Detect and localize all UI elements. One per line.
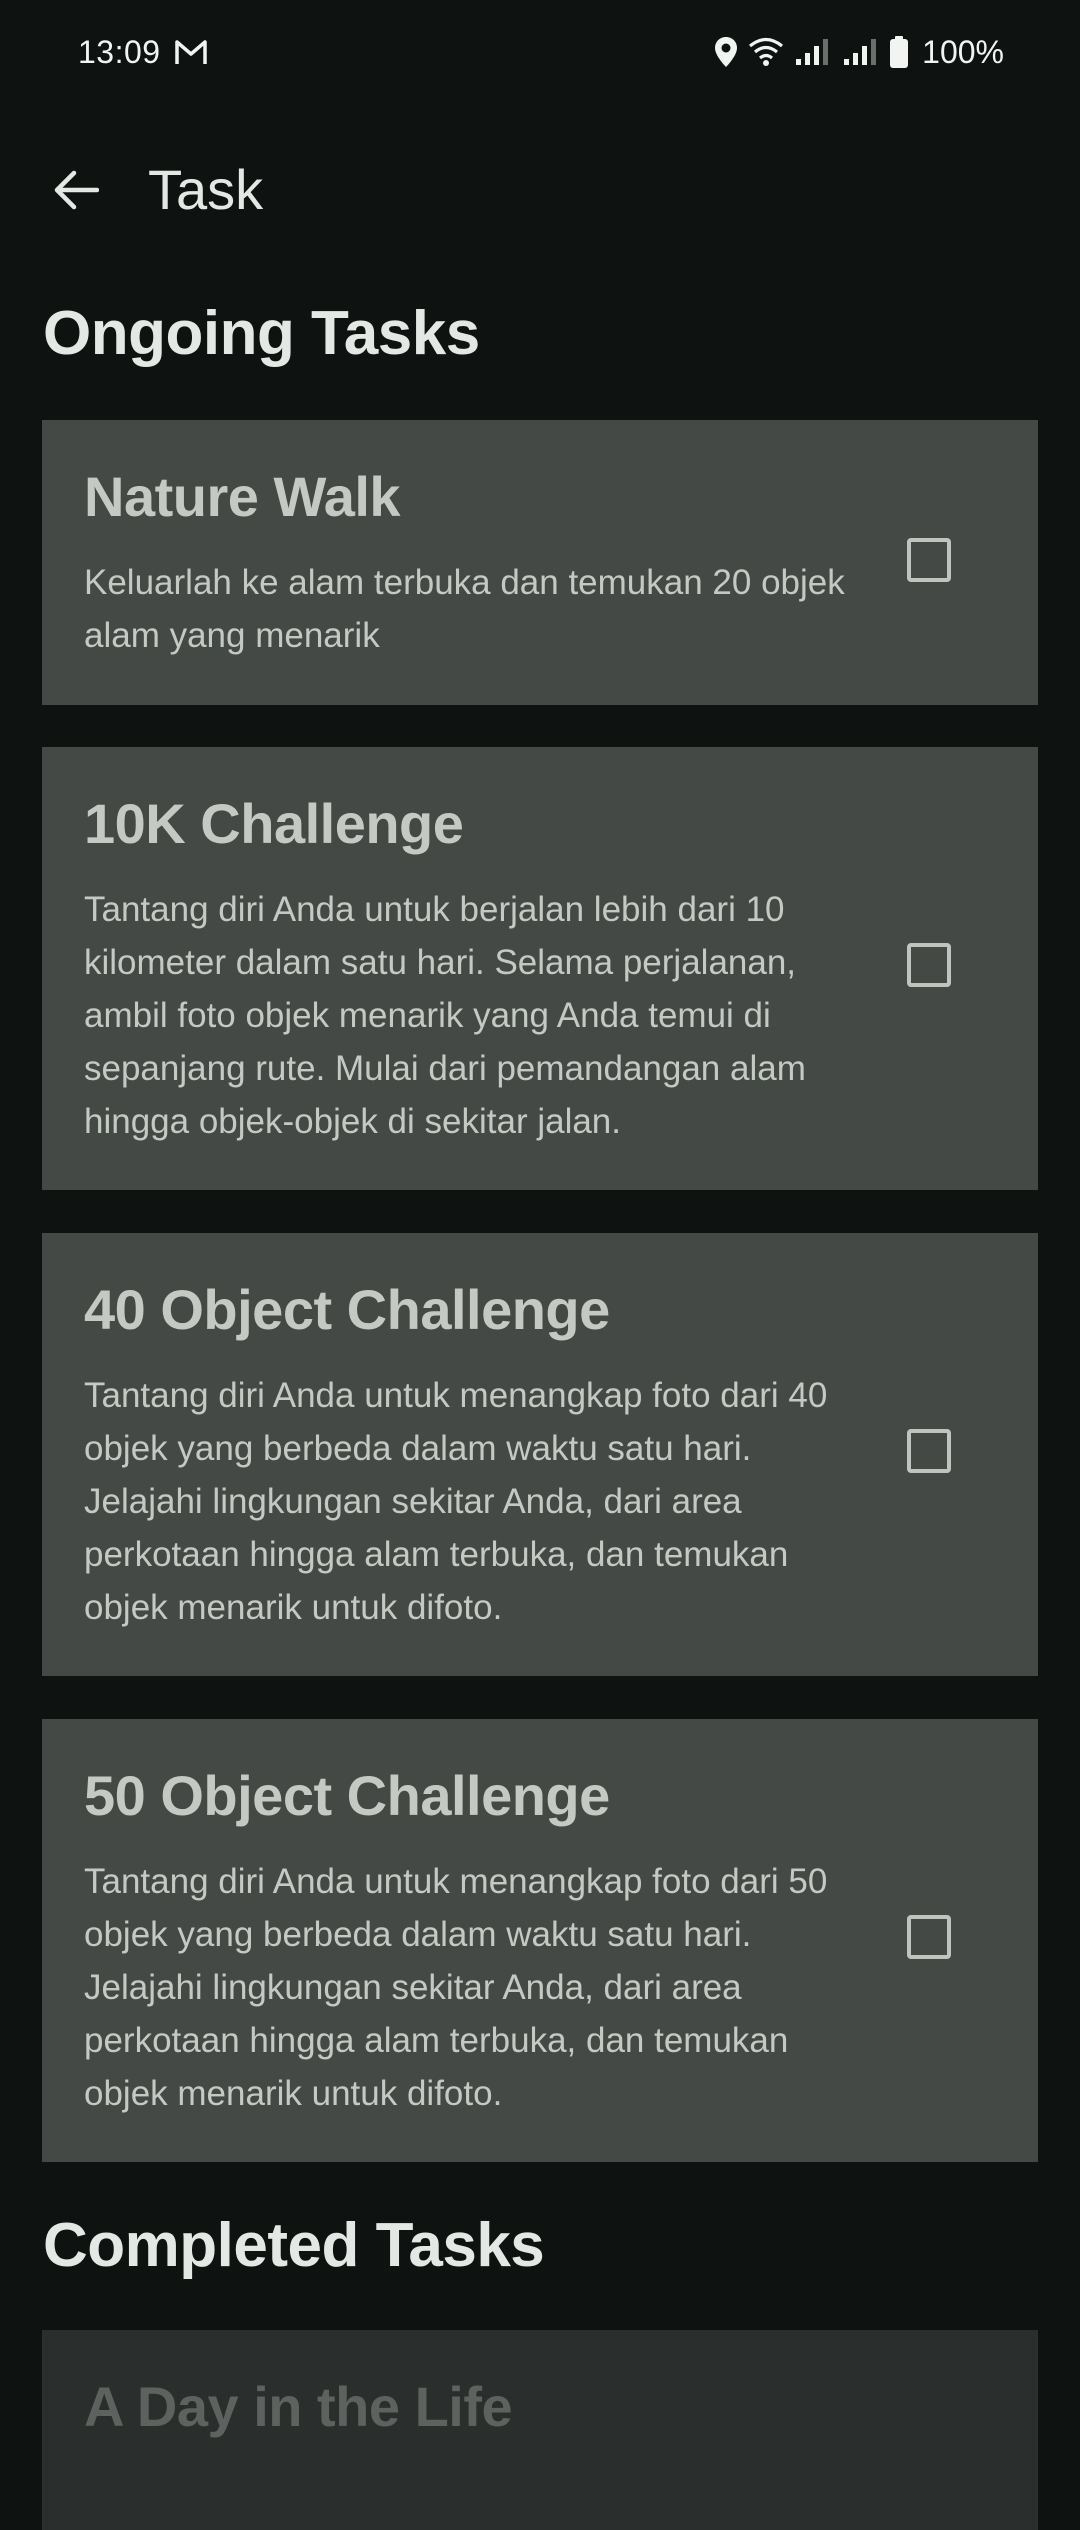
task-description: Tantang diri Anda untuk berjalan lebih d…: [84, 890, 806, 1141]
task-title: Nature Walk: [84, 465, 401, 528]
battery-icon: [890, 36, 909, 68]
status-icons: 100%: [714, 30, 1004, 74]
task-description: Tantang diri Anda untuk menangkap foto d…: [84, 1376, 828, 1627]
task-checkbox[interactable]: [907, 1429, 951, 1473]
task-card-nature-walk[interactable]: Nature Walk Keluarlah ke alam terbuka da…: [42, 420, 1038, 705]
task-title: 10K Challenge: [84, 792, 464, 855]
arrow-back-icon: [54, 170, 99, 210]
task-title: 50 Object Challenge: [84, 1764, 610, 1827]
signal-icon: [796, 39, 829, 65]
location-icon: [715, 37, 738, 67]
page-title: Task: [148, 158, 264, 221]
status-time: 13:09: [78, 34, 161, 70]
status-bar: 13:09 100%: [0, 0, 1080, 106]
task-description: Tantang diri Anda untuk menangkap foto d…: [84, 1862, 828, 2113]
task-card-50-object-challenge[interactable]: 50 Object Challenge Tantang diri Anda un…: [42, 1719, 1038, 2162]
signal-icon: [844, 39, 877, 65]
top-app-bar: Task: [0, 130, 1080, 250]
task-title: A Day in the Life: [84, 2375, 513, 2438]
task-card-10k-challenge[interactable]: 10K Challenge Tantang diri Anda untuk be…: [42, 747, 1038, 1190]
back-button[interactable]: [44, 158, 108, 222]
task-description: Keluarlah ke alam terbuka dan temukan 20…: [84, 563, 845, 655]
task-checkbox[interactable]: [907, 538, 951, 582]
task-card-40-object-challenge[interactable]: 40 Object Challenge Tantang diri Anda un…: [42, 1233, 1038, 1676]
battery-percent: 100%: [922, 33, 1004, 70]
completed-tasks-heading: Completed Tasks: [43, 2211, 545, 2280]
task-checkbox[interactable]: [907, 1915, 951, 1959]
task-checkbox[interactable]: [907, 943, 951, 987]
task-title: 40 Object Challenge: [84, 1278, 610, 1341]
wifi-icon: [749, 37, 784, 66]
gmail-icon: [175, 40, 207, 64]
completed-task-card[interactable]: A Day in the Life: [42, 2330, 1038, 2530]
ongoing-tasks-heading: Ongoing Tasks: [43, 299, 480, 368]
